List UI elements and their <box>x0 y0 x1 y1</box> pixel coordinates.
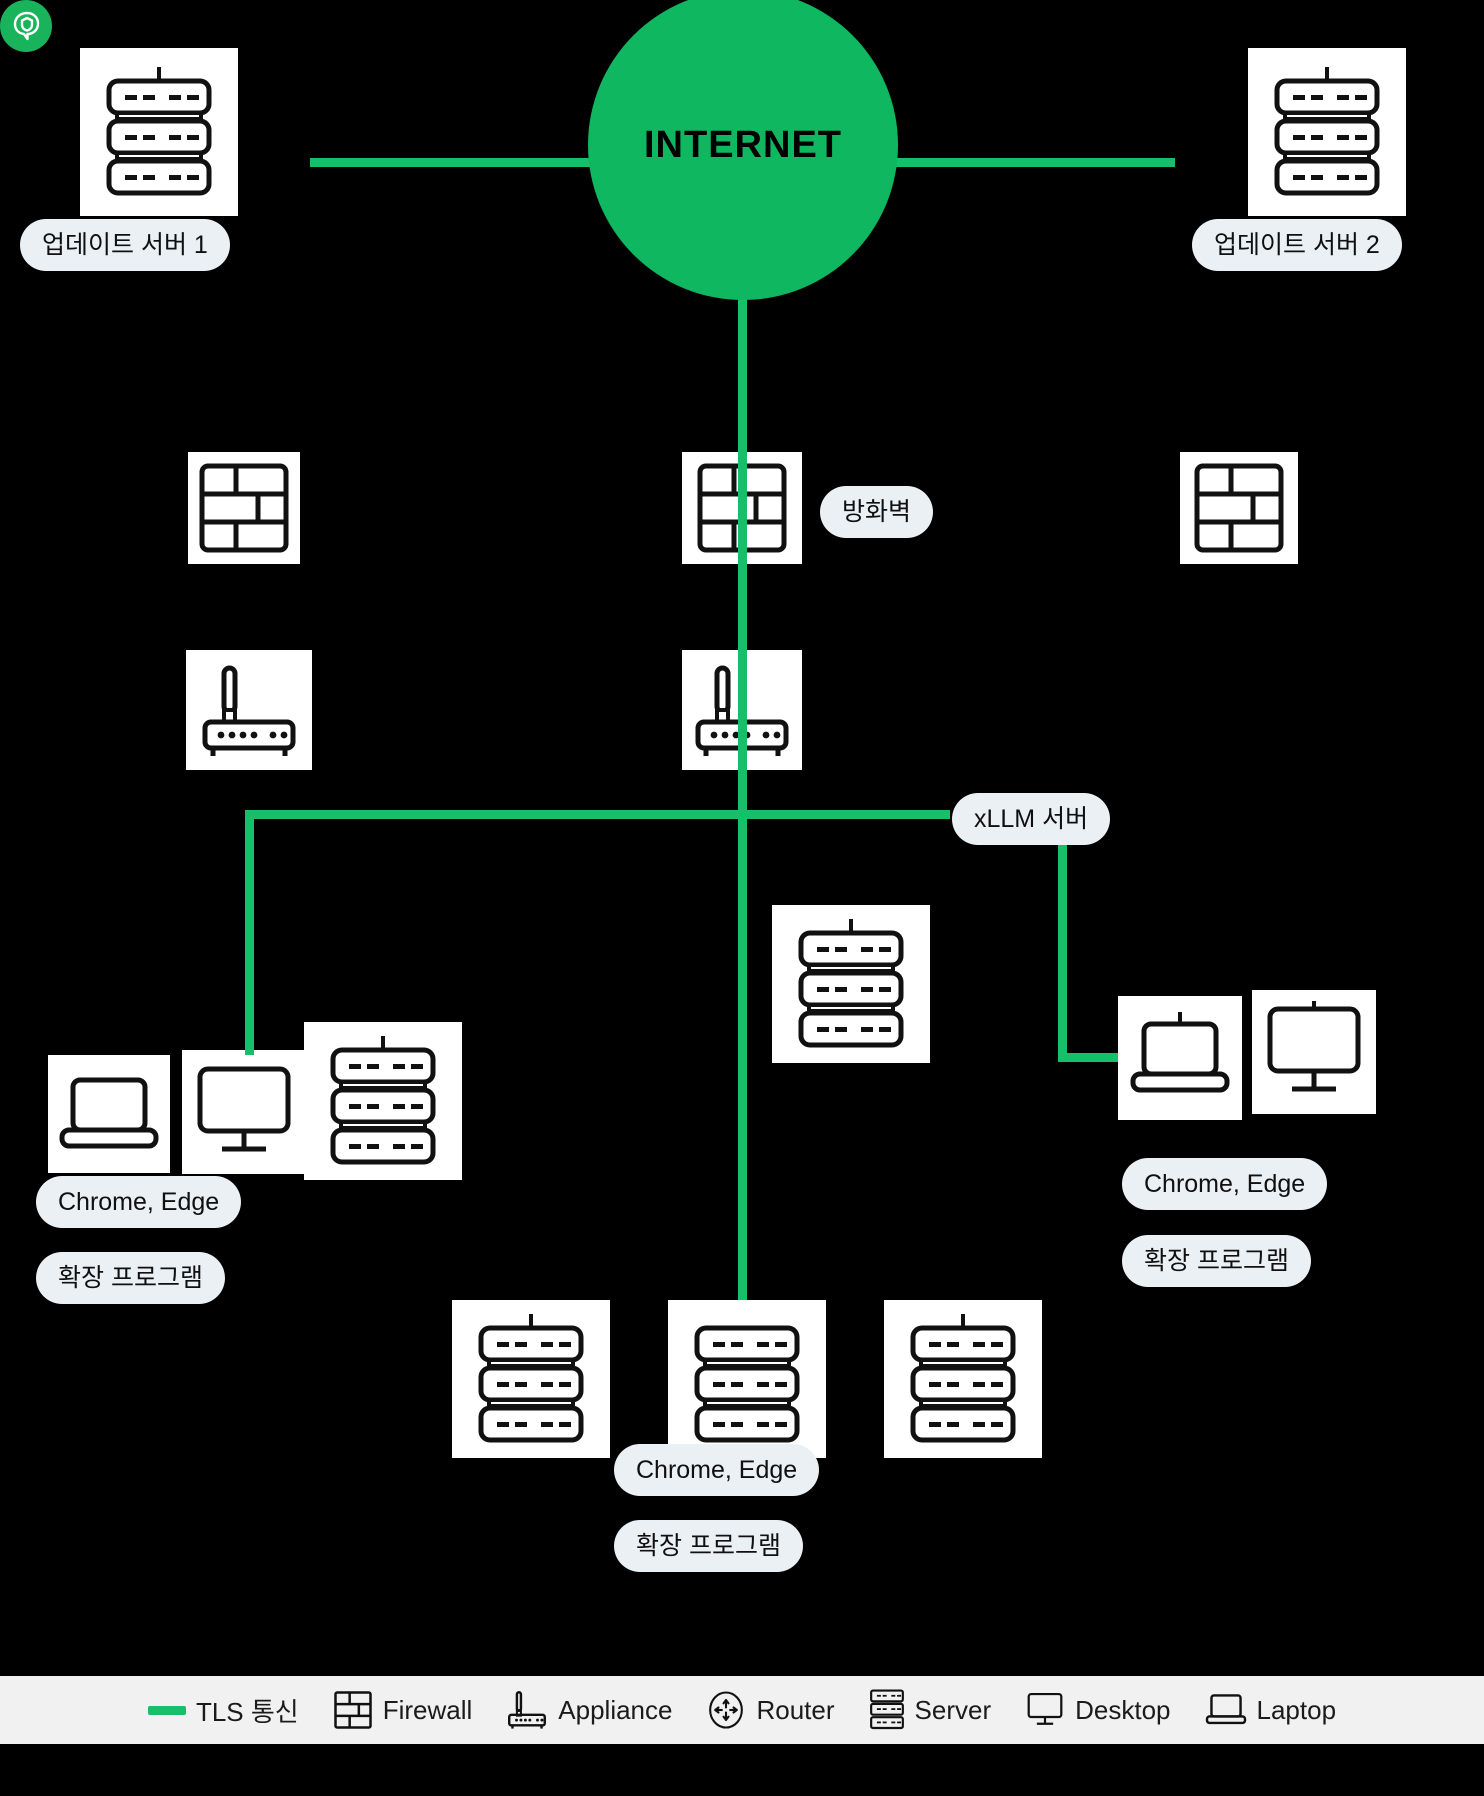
firewall-icon <box>199 463 289 553</box>
internet-cloud: INTERNET <box>588 0 898 300</box>
left-cluster-extension-label: 확장 프로그램 <box>36 1252 225 1304</box>
server-icon <box>694 1325 800 1443</box>
link-bus-drop-left <box>245 1013 254 1055</box>
right-cluster-browsers-label: Chrome, Edge <box>1122 1158 1328 1210</box>
server-icon <box>798 919 904 1048</box>
server-icon <box>330 1036 436 1165</box>
center-cluster-server-3-tile <box>884 1300 1042 1458</box>
xllm-logo-icon <box>13 11 40 41</box>
legend-label-router: Router <box>756 1694 835 1725</box>
laptop-icon <box>1205 1694 1246 1725</box>
legend-label-firewall: Firewall <box>382 1694 473 1725</box>
legend-bar: TLS 통신 Firewall Appliance Router Server … <box>0 1676 1484 1744</box>
appliance-icon <box>202 665 296 756</box>
link-horizontal-bus <box>245 810 950 819</box>
server-icon <box>1274 67 1380 196</box>
right-cluster-desktop-tile <box>1252 990 1376 1114</box>
server-icon <box>106 67 212 196</box>
right-cluster-laptop-tile <box>1118 996 1242 1120</box>
laptop-icon <box>1130 1012 1230 1093</box>
appliance-icon <box>508 1691 547 1729</box>
firewall-right-tile <box>1180 452 1298 564</box>
legend-label-laptop: Laptop <box>1256 1694 1337 1725</box>
left-cluster-desktop-tile <box>182 1050 306 1174</box>
legend-label-tls: TLS 통신 <box>195 1696 299 1727</box>
right-cluster-extension-label: 확장 프로그램 <box>1122 1235 1311 1287</box>
center-cluster-extension-label: 확장 프로그램 <box>614 1520 803 1572</box>
link-internet-trunk <box>738 290 747 1308</box>
legend-label-desktop: Desktop <box>1075 1694 1171 1725</box>
legend-label-appliance: Appliance <box>558 1694 673 1725</box>
link-internet-to-update-server-2 <box>895 158 1175 167</box>
firewall-label: 방화벽 <box>820 486 934 538</box>
legend-item-server: Server <box>852 1676 1009 1744</box>
firewall-icon <box>1194 463 1284 553</box>
server-icon <box>478 1314 584 1443</box>
firewall-left-tile <box>188 452 300 564</box>
legend-item-appliance: Appliance <box>489 1676 689 1744</box>
server-icon <box>869 1689 904 1730</box>
legend-item-firewall: Firewall <box>316 1676 490 1744</box>
internet-label: INTERNET <box>644 123 842 166</box>
desktop-icon <box>1027 1692 1063 1725</box>
link-internet-to-update-server-1 <box>310 158 600 167</box>
server-icon <box>910 1314 1016 1443</box>
diagram-canvas: INTERNET 업데이트 서버 1 업데이트 서버 2 방화벽 xLLM 서버… <box>0 0 1484 1796</box>
laptop-icon <box>59 1077 159 1149</box>
left-cluster-browsers-label: Chrome, Edge <box>36 1176 242 1228</box>
link-xllm-to-right-cluster <box>1058 840 1067 1062</box>
link-xllm-to-right-cluster-elbow <box>1058 1053 1120 1062</box>
xllm-logo-badge <box>0 0 52 52</box>
firewall-icon <box>333 1691 372 1729</box>
center-mid-server-tile <box>772 905 930 1063</box>
appliance-left-tile <box>186 650 312 770</box>
router-icon <box>709 1691 744 1729</box>
center-cluster-server-2-tile <box>668 1300 826 1458</box>
legend-label-server: Server <box>914 1694 992 1725</box>
center-cluster-browsers-label: Chrome, Edge <box>614 1444 820 1496</box>
update-server-1-tile <box>80 48 238 216</box>
left-cluster-laptop-tile <box>48 1055 170 1173</box>
legend-item-tls: TLS 통신 <box>131 1676 316 1744</box>
link-trunk-over-appliance <box>738 650 747 770</box>
update-server-2-tile <box>1248 48 1406 216</box>
left-cluster-server-tile <box>304 1022 462 1180</box>
legend-item-router: Router <box>689 1676 851 1744</box>
link-trunk-over-firewall <box>738 452 747 564</box>
legend-item-laptop: Laptop <box>1188 1676 1354 1744</box>
legend-item-desktop: Desktop <box>1008 1676 1187 1744</box>
center-cluster-server-1-tile <box>452 1300 610 1458</box>
desktop-icon <box>1267 1001 1361 1092</box>
tls-line-swatch <box>147 1705 186 1715</box>
xllm-server-label: xLLM 서버 <box>952 793 1111 845</box>
desktop-icon <box>197 1066 291 1152</box>
update-server-2-label: 업데이트 서버 2 <box>1192 219 1402 271</box>
update-server-1-label: 업데이트 서버 1 <box>20 219 230 271</box>
